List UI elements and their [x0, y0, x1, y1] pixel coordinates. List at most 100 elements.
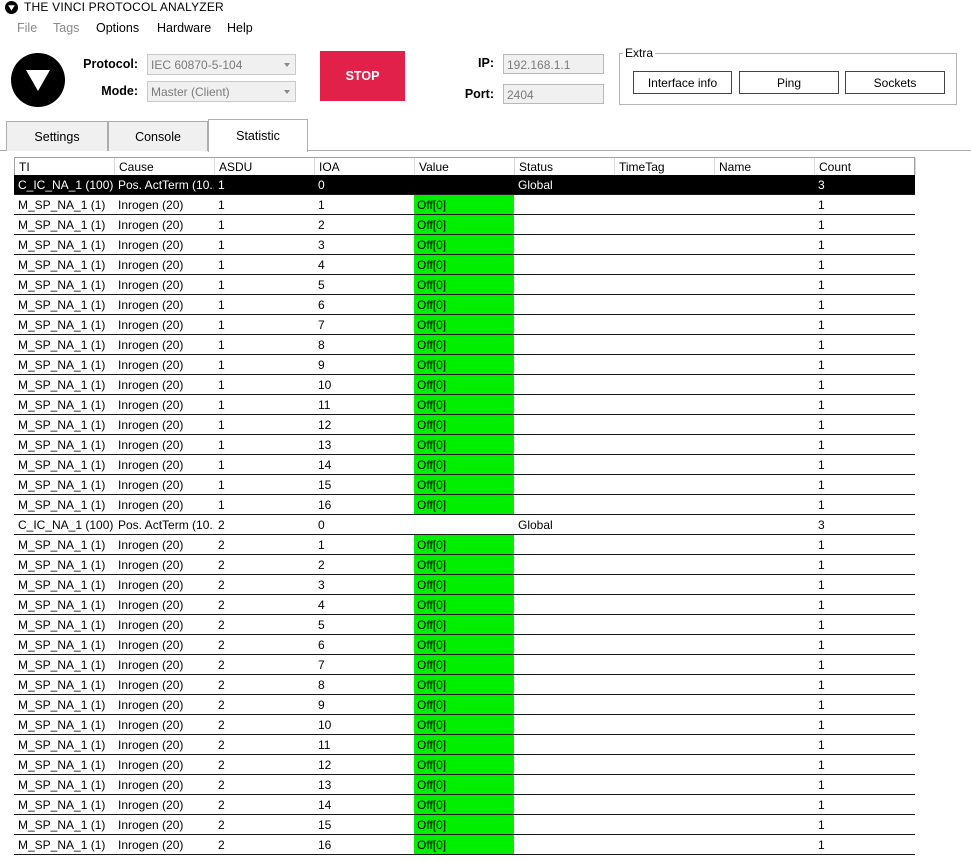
interface-info-button[interactable]: Interface info: [633, 71, 732, 94]
cell-timetag: [614, 335, 714, 354]
cell-value: Off[0]: [414, 815, 514, 834]
table-row[interactable]: M_SP_NA_1 (1) Inrogen (20) 2 4 Off[0] 1: [14, 595, 915, 615]
table-row[interactable]: M_SP_NA_1 (1) Inrogen (20) 1 15 Off[0] 1: [14, 475, 915, 495]
tab-statistic[interactable]: Statistic: [208, 119, 308, 152]
column-header-ioa[interactable]: IOA: [315, 158, 415, 175]
cell-timetag: [614, 395, 714, 414]
column-header-name[interactable]: Name: [715, 158, 815, 175]
statistic-grid[interactable]: TI Cause ASDU IOA Value Status TimeTag Name Coun…: [14, 157, 916, 855]
table-row[interactable]: C_IC_NA_1 (100) Pos. ActTerm (10... 1 0 Glob…: [14, 175, 915, 195]
table-row[interactable]: C_IC_NA_1 (100) Pos. ActTerm (10... 2 0 Glob…: [14, 515, 915, 535]
table-row[interactable]: M_SP_NA_1 (1) Inrogen (20) 2 15 Off[0] 1: [14, 815, 915, 835]
table-row[interactable]: M_SP_NA_1 (1) Inrogen (20) 2 5 Off[0] 1: [14, 615, 915, 635]
cell-ti: M_SP_NA_1 (1): [18, 598, 106, 612]
mode-select[interactable]: Master (Client): [147, 81, 296, 102]
table-row[interactable]: M_SP_NA_1 (1) Inrogen (20) 1 8 Off[0] 1: [14, 335, 915, 355]
table-row[interactable]: M_SP_NA_1 (1) Inrogen (20) 1 7 Off[0] 1: [14, 315, 915, 335]
tab-settings[interactable]: Settings: [6, 121, 108, 151]
cell-count: 1: [818, 418, 825, 432]
table-row[interactable]: M_SP_NA_1 (1) Inrogen (20) 2 9 Off[0] 1: [14, 695, 915, 715]
column-header-cause[interactable]: Cause: [115, 158, 215, 175]
table-row[interactable]: M_SP_NA_1 (1) Inrogen (20) 2 8 Off[0] 1: [14, 675, 915, 695]
menu-help[interactable]: Help: [227, 21, 253, 35]
table-row[interactable]: M_SP_NA_1 (1) Inrogen (20) 2 10 Off[0] 1: [14, 715, 915, 735]
table-row[interactable]: M_SP_NA_1 (1) Inrogen (20) 1 16 Off[0] 1: [14, 495, 915, 515]
cell-ioa: 15: [318, 818, 332, 832]
table-row[interactable]: M_SP_NA_1 (1) Inrogen (20) 2 16 Off[0] 1: [14, 835, 915, 855]
table-row[interactable]: M_SP_NA_1 (1) Inrogen (20) 1 3 Off[0] 1: [14, 235, 915, 255]
table-row[interactable]: M_SP_NA_1 (1) Inrogen (20) 1 5 Off[0] 1: [14, 275, 915, 295]
menu-hardware[interactable]: Hardware: [157, 21, 211, 35]
cell-value: Off[0]: [414, 755, 514, 774]
cell-timetag: [614, 315, 714, 334]
cell-cause: Inrogen (20): [118, 638, 184, 652]
table-row[interactable]: M_SP_NA_1 (1) Inrogen (20) 2 7 Off[0] 1: [14, 655, 915, 675]
menu-file[interactable]: File: [17, 21, 37, 35]
table-row[interactable]: M_SP_NA_1 (1) Inrogen (20) 2 6 Off[0] 1: [14, 635, 915, 655]
tab-console[interactable]: Console: [108, 121, 208, 151]
cell-value: Off[0]: [414, 695, 514, 714]
table-row[interactable]: M_SP_NA_1 (1) Inrogen (20) 1 2 Off[0] 1: [14, 215, 915, 235]
table-row[interactable]: M_SP_NA_1 (1) Inrogen (20) 1 11 Off[0] 1: [14, 395, 915, 415]
mode-label: Mode:: [101, 84, 138, 98]
cell-value: Off[0]: [414, 615, 514, 634]
cell-status: [514, 455, 614, 474]
port-input[interactable]: 2404: [503, 84, 604, 104]
table-row[interactable]: M_SP_NA_1 (1) Inrogen (20) 2 12 Off[0] 1: [14, 755, 915, 775]
cell-timetag: [614, 695, 714, 714]
menu-tags[interactable]: Tags: [53, 21, 79, 35]
table-row[interactable]: M_SP_NA_1 (1) Inrogen (20) 1 6 Off[0] 1: [14, 295, 915, 315]
cell-timetag: [614, 235, 714, 254]
cell-cause: Inrogen (20): [118, 218, 184, 232]
table-row[interactable]: M_SP_NA_1 (1) Inrogen (20) 2 1 Off[0] 1: [14, 535, 915, 555]
table-row[interactable]: M_SP_NA_1 (1) Inrogen (20) 2 14 Off[0] 1: [14, 795, 915, 815]
table-row[interactable]: M_SP_NA_1 (1) Inrogen (20) 2 11 Off[0] 1: [14, 735, 915, 755]
cell-name: [714, 495, 814, 514]
cell-status: [514, 335, 614, 354]
sockets-button[interactable]: Sockets: [845, 71, 945, 94]
table-row[interactable]: M_SP_NA_1 (1) Inrogen (20) 2 2 Off[0] 1: [14, 555, 915, 575]
table-row[interactable]: M_SP_NA_1 (1) Inrogen (20) 2 3 Off[0] 1: [14, 575, 915, 595]
cell-ioa: 14: [318, 458, 332, 472]
column-header-status[interactable]: Status: [515, 158, 615, 175]
cell-ioa: 8: [318, 338, 325, 352]
cell-timetag: [614, 555, 714, 574]
column-header-count[interactable]: Count: [815, 158, 916, 175]
protocol-select[interactable]: IEC 60870-5-104: [147, 54, 296, 75]
table-row[interactable]: M_SP_NA_1 (1) Inrogen (20) 1 14 Off[0] 1: [14, 455, 915, 475]
column-header-asdu[interactable]: ASDU: [215, 158, 315, 175]
cell-asdu: 1: [218, 298, 225, 312]
cell-value: Off[0]: [414, 295, 514, 314]
table-row[interactable]: M_SP_NA_1 (1) Inrogen (20) 1 10 Off[0] 1: [14, 375, 915, 395]
cell-cause: Inrogen (20): [118, 338, 184, 352]
cell-cause: Inrogen (20): [118, 778, 184, 792]
table-row[interactable]: M_SP_NA_1 (1) Inrogen (20) 1 9 Off[0] 1: [14, 355, 915, 375]
cell-cause: Inrogen (20): [118, 458, 184, 472]
cell-ioa: 0: [318, 518, 325, 532]
table-row[interactable]: M_SP_NA_1 (1) Inrogen (20) 1 12 Off[0] 1: [14, 415, 915, 435]
cell-count: 1: [818, 778, 825, 792]
cell-ti: M_SP_NA_1 (1): [18, 218, 106, 232]
cell-count: 1: [818, 258, 825, 272]
cell-timetag: [614, 635, 714, 654]
stop-button[interactable]: STOP: [320, 51, 405, 101]
ip-input[interactable]: 192.168.1.1: [503, 54, 604, 74]
table-row[interactable]: M_SP_NA_1 (1) Inrogen (20) 1 4 Off[0] 1: [14, 255, 915, 275]
table-row[interactable]: M_SP_NA_1 (1) Inrogen (20) 1 1 Off[0] 1: [14, 195, 915, 215]
column-header-ti[interactable]: TI: [15, 158, 115, 175]
cell-count: 1: [818, 458, 825, 472]
cell-ti: M_SP_NA_1 (1): [18, 298, 106, 312]
table-row[interactable]: M_SP_NA_1 (1) Inrogen (20) 2 13 Off[0] 1: [14, 775, 915, 795]
cell-ioa: 9: [318, 358, 325, 372]
column-header-value[interactable]: Value: [415, 158, 515, 175]
column-header-timetag[interactable]: TimeTag: [615, 158, 715, 175]
cell-count: 1: [818, 298, 825, 312]
table-row[interactable]: M_SP_NA_1 (1) Inrogen (20) 1 13 Off[0] 1: [14, 435, 915, 455]
cell-status: [514, 435, 614, 454]
cell-asdu: 2: [218, 778, 225, 792]
cell-count: 1: [818, 198, 825, 212]
cell-ti: M_SP_NA_1 (1): [18, 238, 106, 252]
menu-options[interactable]: Options: [96, 21, 139, 35]
cell-cause: Inrogen (20): [118, 238, 184, 252]
ping-button[interactable]: Ping: [739, 71, 839, 94]
